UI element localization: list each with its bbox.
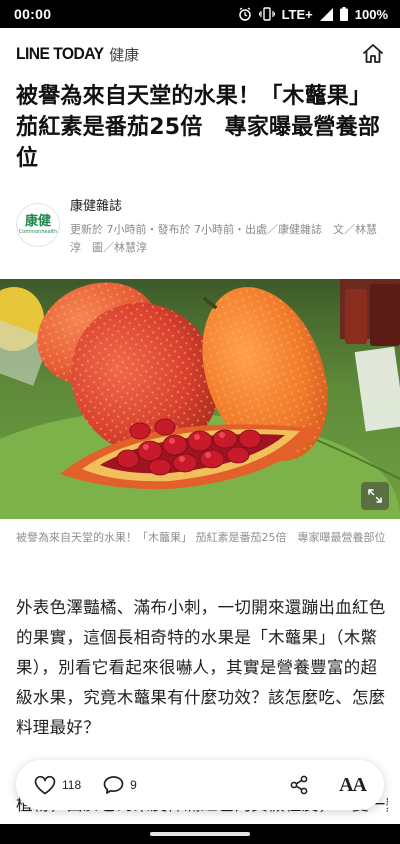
system-nav-bar — [0, 824, 400, 844]
source-avatar[interactable]: 康健 Commonhealth — [16, 203, 60, 247]
battery-icon — [339, 7, 348, 21]
expand-image-button[interactable] — [361, 482, 389, 510]
like-count: 118 — [62, 778, 82, 792]
status-icons: LTE+ 100% — [238, 7, 388, 22]
comment-icon — [103, 776, 124, 794]
image-caption: 被譽為來自天堂的水果！「木虌果」 茄紅素是番茄25倍 專家曝最營養部位 — [16, 531, 386, 544]
status-time: 00:00 — [14, 6, 52, 22]
vibrate-icon — [258, 7, 275, 21]
network-type: LTE+ — [281, 6, 313, 22]
alarm-icon — [238, 7, 251, 21]
source-logo-subtext: Commonhealth — [18, 229, 58, 235]
signal-icon — [319, 7, 333, 21]
comment-count: 9 — [130, 778, 137, 792]
article-source: 康健 Commonhealth 康健雜誌 更新於 7小時前・發布於 7小時前・出… — [16, 198, 386, 257]
like-button[interactable]: 118 — [34, 775, 81, 795]
app-header: LINE TODAY 健康 — [0, 28, 400, 80]
line-today-logo[interactable]: LINE TODAY — [16, 44, 104, 64]
expand-icon — [368, 489, 382, 503]
gac-fruit-photo — [0, 279, 400, 519]
article-headline: 被譽為來自天堂的水果！「木虌果」 茄紅素是番茄25倍 專家曝最營養部位 — [16, 84, 381, 171]
comment-button[interactable]: 9 — [103, 775, 137, 795]
source-name[interactable]: 康健雜誌 — [70, 198, 386, 216]
heart-icon — [34, 775, 56, 795]
font-size-button[interactable]: AA — [339, 774, 367, 797]
hero-image[interactable] — [0, 279, 400, 519]
battery-level: 100% — [354, 6, 388, 22]
source-logo-text: 康健 — [24, 214, 51, 229]
status-bar: 00:00 LTE+ 100% — [0, 0, 400, 28]
home-icon — [363, 44, 383, 63]
article-meta: 更新於 7小時前・發布於 7小時前・出處／康健雜誌 文／林慧淳 圖／林慧淳 — [70, 223, 377, 254]
article-action-bar: 118 9 AA — [16, 760, 384, 810]
share-button[interactable] — [289, 775, 309, 795]
share-icon — [290, 775, 308, 795]
category-label[interactable]: 健康 — [109, 44, 139, 65]
home-button[interactable] — [360, 41, 386, 67]
source-info: 康健雜誌 更新於 7小時前・發布於 7小時前・出處／康健雜誌 文／林慧淳 圖／林… — [70, 198, 386, 257]
article-paragraph: 外表色澤豔橘、滿布小刺，一切開來還蹦出血紅色的果實，這個長相奇特的水果是「木虌果… — [16, 598, 386, 737]
gesture-handle[interactable] — [150, 832, 250, 836]
